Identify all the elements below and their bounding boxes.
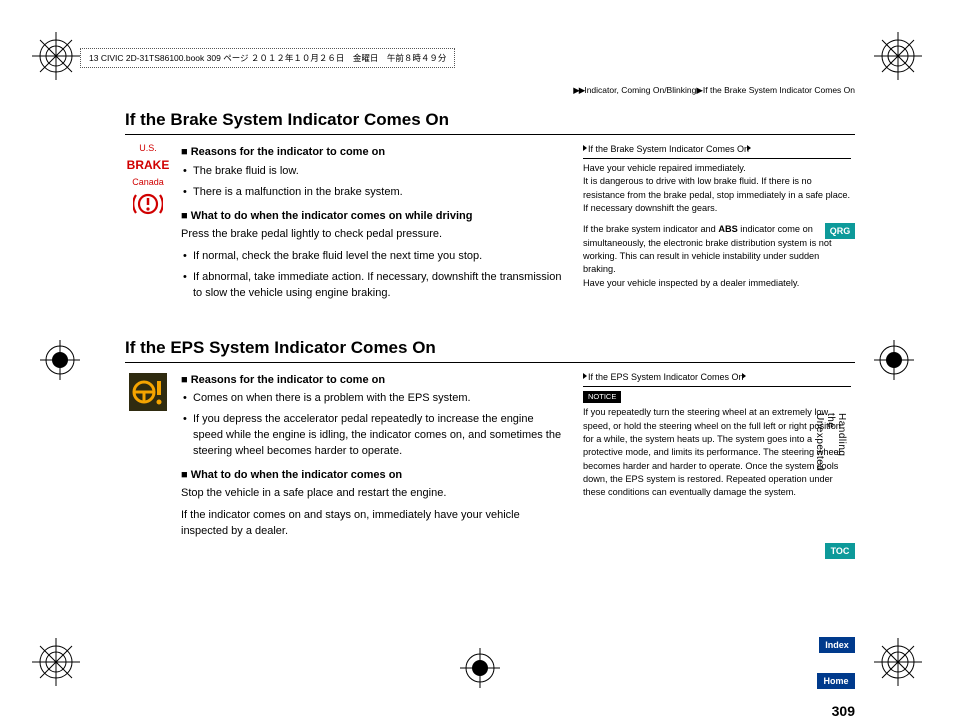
cross-mark-icon — [460, 648, 500, 688]
cross-mark-icon — [874, 340, 914, 380]
eps-todo-head: What to do when the indicator comes on — [181, 468, 565, 484]
reg-mark-icon — [32, 32, 80, 80]
list-item: If normal, check the brake fluid level t… — [181, 249, 565, 265]
tab-home[interactable]: Home — [817, 673, 855, 689]
tab-toc[interactable]: TOC — [825, 543, 855, 559]
sidebar-head-brake: If the Brake System Indicator Comes On — [583, 143, 851, 159]
eps-reasons-head: Reasons for the indicator to come on — [181, 373, 565, 389]
brake-todo-head: What to do when the indicator comes on w… — [181, 209, 565, 225]
page-number: 309 — [832, 703, 855, 719]
list-item: The brake fluid is low. — [181, 164, 565, 180]
notice-badge: NOTICE — [583, 391, 621, 404]
cross-mark-icon — [40, 340, 80, 380]
reg-mark-icon — [874, 32, 922, 80]
chapter-label: Handling the Unexpected — [814, 413, 847, 471]
body-text: Press the brake pedal lightly to check p… — [181, 227, 565, 243]
print-meta: 13 CIVIC 2D-31TS86100.book 309 ページ ２０１２年… — [80, 48, 455, 68]
label-canada: Canada — [125, 177, 171, 187]
section-title-eps: If the EPS System Indicator Comes On — [125, 338, 855, 363]
body-text: If the indicator comes on and stays on, … — [181, 508, 565, 540]
label-us: U.S. — [125, 143, 171, 153]
eps-indicator-icon — [125, 371, 171, 546]
list-item: Comes on when there is a problem with th… — [181, 391, 565, 407]
tab-index[interactable]: Index — [819, 637, 855, 653]
brake-indicator-icons: U.S. BRAKE Canada — [125, 143, 171, 310]
list-item: If you depress the accelerator pedal rep… — [181, 412, 565, 460]
eps-symbol-icon — [129, 373, 167, 411]
sidebar-text: Have your vehicle repaired immediately. … — [583, 162, 851, 215]
body-text: Stop the vehicle in a safe place and res… — [181, 486, 565, 502]
brake-symbol-icon — [133, 189, 163, 219]
brake-text-icon: BRAKE — [125, 155, 171, 175]
tab-qrg[interactable]: QRG — [825, 223, 855, 239]
section-title-brake: If the Brake System Indicator Comes On — [125, 110, 855, 135]
reg-mark-icon — [32, 638, 80, 686]
breadcrumb: ▶▶Indicator, Coming On/Blinking▶If the B… — [125, 85, 855, 96]
brake-reasons-head: Reasons for the indicator to come on — [181, 145, 565, 161]
sidebar-head-eps: If the EPS System Indicator Comes On — [583, 371, 851, 387]
sidebar-text: If you repeatedly turn the steering whee… — [583, 406, 851, 499]
list-item: There is a malfunction in the brake syst… — [181, 185, 565, 201]
list-item: If abnormal, take immediate action. If n… — [181, 270, 565, 302]
reg-mark-icon — [874, 638, 922, 686]
sidebar-text: If the brake system indicator and ABS in… — [583, 223, 851, 290]
